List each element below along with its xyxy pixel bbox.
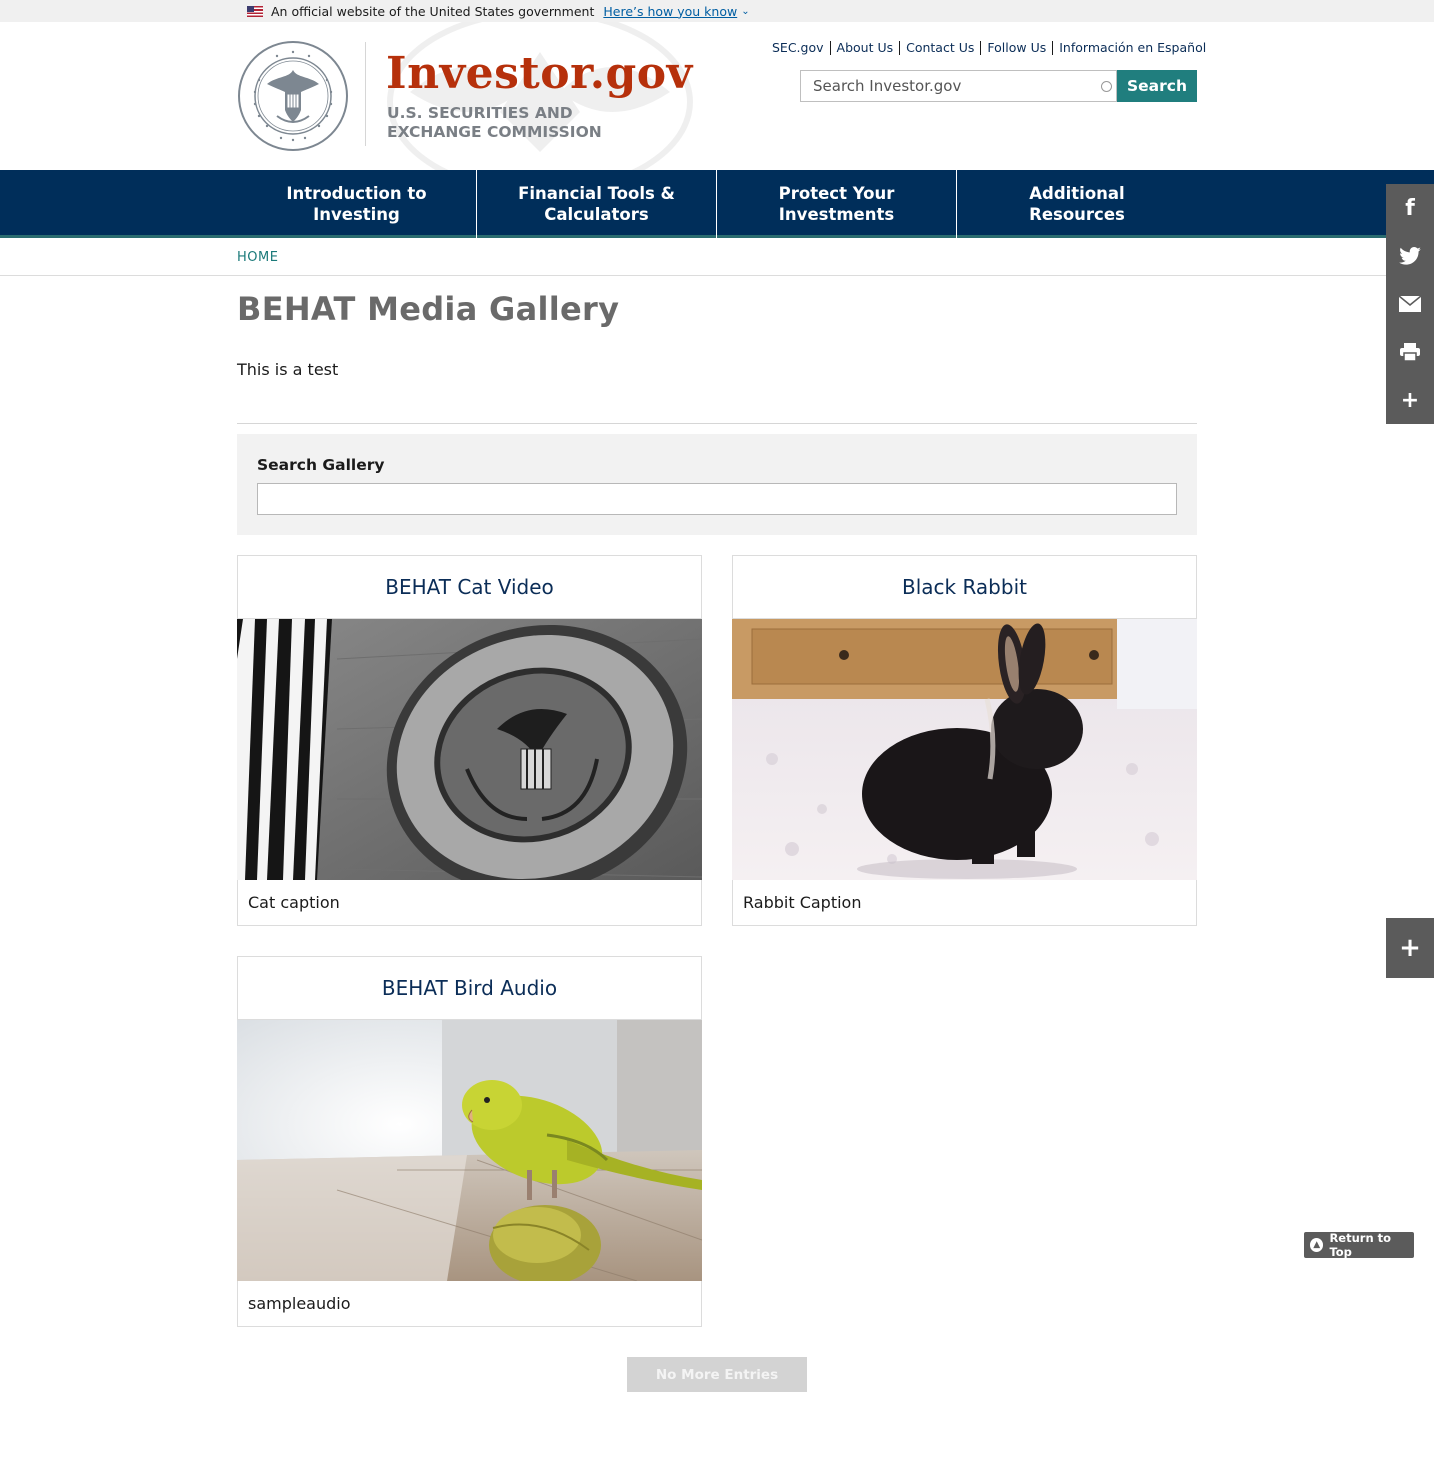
- email-icon[interactable]: [1386, 280, 1434, 328]
- gallery-card-caption: sampleaudio: [248, 1294, 351, 1313]
- gallery-card[interactable]: BEHAT Cat Video Cat caption: [237, 555, 702, 926]
- agency-line-1: U.S. SECURITIES AND: [387, 104, 573, 122]
- breadcrumb-home-link[interactable]: HOME: [237, 250, 278, 265]
- site-header: Investor.gov U.S. SECURITIES AND EXCHANG…: [0, 22, 1434, 170]
- gallery-card-image[interactable]: [237, 619, 702, 880]
- nav-label: Investments: [778, 205, 895, 224]
- chevron-up-icon: ▲: [1310, 1238, 1324, 1252]
- search-button[interactable]: Search: [1117, 70, 1197, 102]
- gov-banner: An official website of the United States…: [0, 0, 1434, 22]
- sec-seal-logo[interactable]: [237, 40, 349, 152]
- search-gallery-panel: Search Gallery: [237, 434, 1197, 535]
- twitter-icon[interactable]: [1386, 232, 1434, 280]
- nav-introduction-to-investing[interactable]: Introduction to Investing: [237, 170, 477, 238]
- gallery-card-title[interactable]: BEHAT Cat Video: [238, 556, 701, 619]
- divider: [237, 423, 1197, 424]
- site-search: Search Investor.gov Search: [800, 70, 1197, 102]
- nav-label: Additional: [1029, 184, 1125, 203]
- sec-seal-building-image: [237, 619, 702, 880]
- about-us-link[interactable]: About Us: [837, 40, 894, 55]
- nav-label: Introduction to: [286, 184, 427, 203]
- gallery-card[interactable]: Black Rabbit Rabbit Caption: [732, 555, 1197, 926]
- agency-name: U.S. SECURITIES AND EXCHANGE COMMISSION: [387, 104, 602, 142]
- facebook-icon[interactable]: f: [1386, 184, 1434, 232]
- search-placeholder: Search Investor.gov: [813, 77, 962, 95]
- nav-label: Investing: [313, 205, 400, 224]
- site-search-input[interactable]: Search Investor.gov: [800, 70, 1117, 102]
- expand-plus-icon[interactable]: +: [1386, 918, 1434, 978]
- breadcrumb: HOME: [0, 241, 1434, 276]
- parakeet-on-ball-image: [237, 1020, 702, 1281]
- nav-additional-resources[interactable]: Additional Resources: [957, 170, 1197, 238]
- gallery-card-title[interactable]: Black Rabbit: [733, 556, 1196, 619]
- nav-label: Calculators: [544, 205, 649, 224]
- header-divider: [365, 42, 366, 146]
- us-flag-icon: [247, 5, 263, 17]
- agency-line-2: EXCHANGE COMMISSION: [387, 123, 602, 141]
- share-toolbar: f +: [1386, 184, 1434, 424]
- site-brand[interactable]: Investor.gov: [386, 48, 693, 99]
- gov-banner-text: An official website of the United States…: [271, 3, 595, 19]
- utility-links: SEC.gov About Us Contact Us Follow Us In…: [772, 40, 1206, 55]
- return-to-top-label: Return to Top: [1329, 1231, 1392, 1259]
- gallery-card-caption: Rabbit Caption: [743, 893, 862, 912]
- page-intro: This is a test: [237, 360, 339, 379]
- espanol-link[interactable]: Información en Español: [1059, 40, 1206, 55]
- search-spinner-icon: [1101, 81, 1112, 92]
- contact-us-link[interactable]: Contact Us: [906, 40, 974, 55]
- chevron-down-icon[interactable]: ⌄: [741, 6, 749, 17]
- black-rabbit-image: [732, 619, 1197, 880]
- no-more-entries-button[interactable]: No More Entries: [627, 1357, 807, 1392]
- gallery-card[interactable]: BEHAT Bird Audio sampleaudio: [237, 956, 702, 1327]
- gallery-card-image[interactable]: [237, 1020, 702, 1281]
- nav-label: Protect Your: [778, 184, 895, 203]
- how-you-know-link[interactable]: Here’s how you know: [603, 4, 737, 19]
- print-icon[interactable]: [1386, 328, 1434, 376]
- follow-us-link[interactable]: Follow Us: [987, 40, 1046, 55]
- search-gallery-input[interactable]: [257, 483, 1177, 515]
- nav-financial-tools[interactable]: Financial Tools & Calculators: [477, 170, 717, 238]
- gallery-card-image[interactable]: [732, 619, 1197, 880]
- search-gallery-label: Search Gallery: [257, 456, 385, 474]
- sec-gov-link[interactable]: SEC.gov: [772, 40, 824, 55]
- return-to-top-button[interactable]: ▲ Return to Top: [1304, 1231, 1414, 1259]
- gallery-card-title[interactable]: BEHAT Bird Audio: [238, 957, 701, 1020]
- nav-label: Resources: [1029, 205, 1125, 224]
- nav-label: Financial Tools &: [518, 184, 675, 203]
- main-nav: Introduction to Investing Financial Tools…: [0, 170, 1434, 238]
- page-title: BEHAT Media Gallery: [237, 290, 620, 328]
- nav-protect-your-investments[interactable]: Protect Your Investments: [717, 170, 957, 238]
- gallery-card-caption: Cat caption: [248, 893, 340, 912]
- plus-icon[interactable]: +: [1386, 376, 1434, 424]
